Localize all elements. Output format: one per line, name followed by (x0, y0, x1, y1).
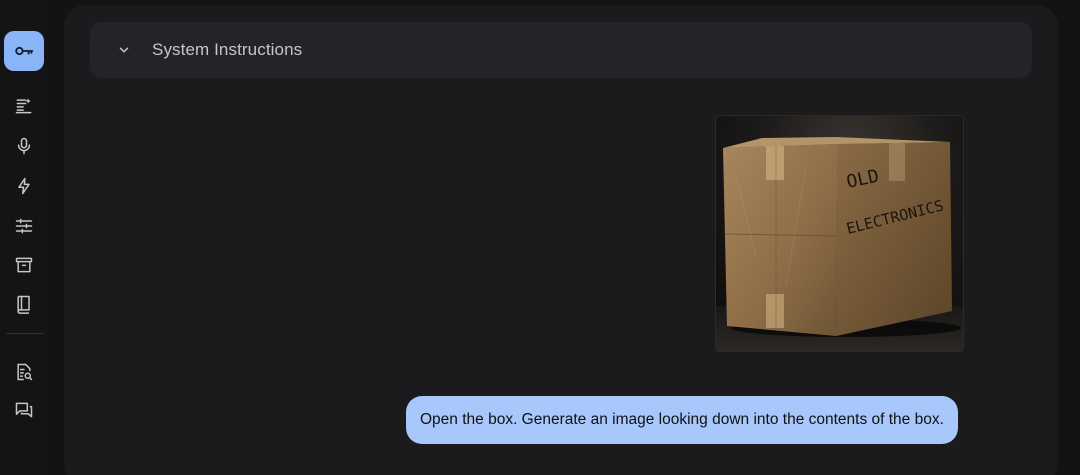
uploaded-image[interactable]: OLD ELECTRONICS (715, 115, 964, 352)
user-message-text: Open the box. Generate an image looking … (420, 411, 944, 428)
system-instructions-header[interactable]: System Instructions (90, 22, 1032, 78)
book-icon (14, 294, 34, 314)
doc-search-icon (14, 362, 34, 382)
chat-icon (14, 400, 34, 420)
new-prompt-icon (14, 96, 34, 116)
sidebar-item-starter-apps[interactable] (8, 170, 40, 202)
sidebar-item-library[interactable] (8, 249, 40, 281)
sidebar-item-prompt-gallery[interactable] (8, 356, 40, 388)
key-icon (13, 40, 35, 62)
microphone-icon (14, 136, 34, 156)
sidebar-item-docs[interactable] (8, 288, 40, 320)
chevron-down-icon[interactable] (116, 42, 132, 58)
system-instructions-title: System Instructions (152, 40, 303, 59)
sidebar-item-chat[interactable] (8, 394, 40, 426)
sidebar-item-stream[interactable] (8, 130, 40, 162)
chat-panel: System Instructions OLD ELECTRONICS Open… (64, 5, 1058, 475)
tune-icon (14, 216, 34, 236)
sidebar-item-tune[interactable] (8, 210, 40, 242)
archive-icon (14, 255, 34, 275)
sidebar-item-api-key[interactable] (4, 31, 44, 71)
app-root: System Instructions OLD ELECTRONICS Open… (0, 0, 1080, 475)
sidebar-rail (0, 0, 48, 475)
bolt-icon (14, 176, 34, 196)
sidebar-item-new-prompt[interactable] (8, 90, 40, 122)
sidebar-divider (6, 333, 44, 334)
user-message-bubble[interactable]: Open the box. Generate an image looking … (406, 396, 958, 444)
